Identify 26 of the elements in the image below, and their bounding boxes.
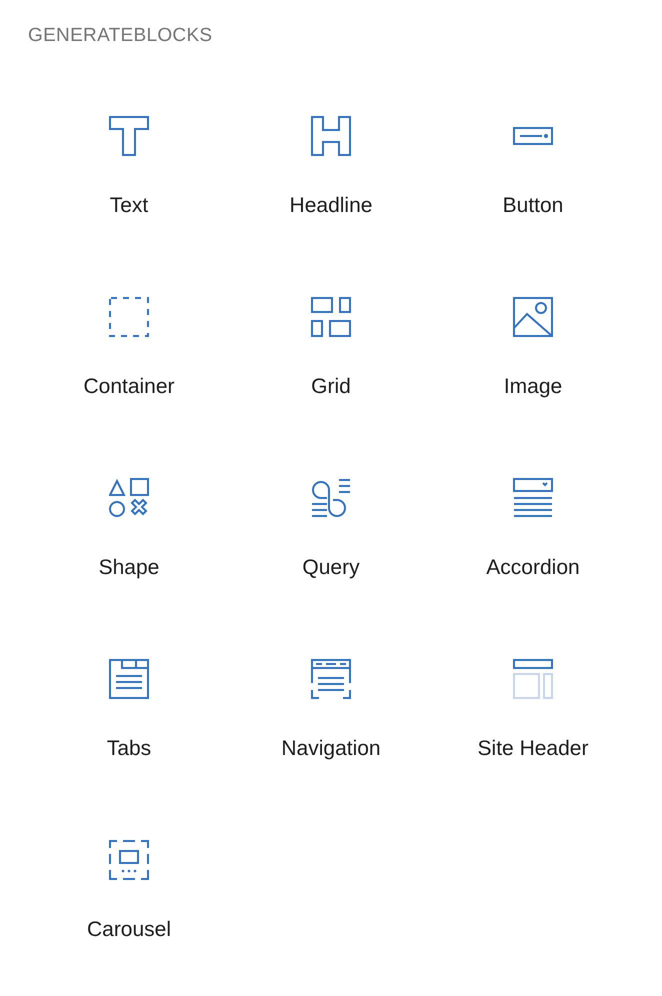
- block-label[interactable]: Image: [504, 374, 562, 400]
- block-label[interactable]: Tabs: [106, 736, 152, 762]
- accordion-icon[interactable]: [513, 478, 553, 518]
- dashed-square-icon[interactable]: [109, 297, 149, 337]
- image-icon[interactable]: [513, 297, 553, 337]
- block-label[interactable]: Site Header: [478, 736, 588, 762]
- grid-icon[interactable]: [311, 297, 351, 337]
- block-label[interactable]: Container: [83, 374, 175, 400]
- block-label[interactable]: Shape: [98, 555, 160, 581]
- block-label[interactable]: Text: [110, 193, 148, 219]
- heading-icon[interactable]: [311, 116, 351, 156]
- block-label[interactable]: Grid: [311, 374, 351, 400]
- block-label[interactable]: Headline: [290, 193, 372, 219]
- block-label[interactable]: Accordion: [486, 555, 580, 581]
- shapes-icon[interactable]: [109, 478, 149, 518]
- navigation-icon[interactable]: [311, 659, 351, 699]
- block-label[interactable]: Query: [302, 555, 360, 581]
- carousel-icon[interactable]: [109, 840, 149, 880]
- loop-icon[interactable]: [311, 478, 351, 518]
- tabs-icon[interactable]: [109, 659, 149, 699]
- section-heading: GENERATEBLOCKS: [28, 25, 212, 47]
- text-icon[interactable]: [109, 116, 149, 156]
- block-label[interactable]: Button: [502, 193, 564, 219]
- layout-icon[interactable]: [513, 659, 553, 699]
- block-label[interactable]: Carousel: [86, 917, 172, 943]
- block-label[interactable]: Navigation: [281, 736, 381, 762]
